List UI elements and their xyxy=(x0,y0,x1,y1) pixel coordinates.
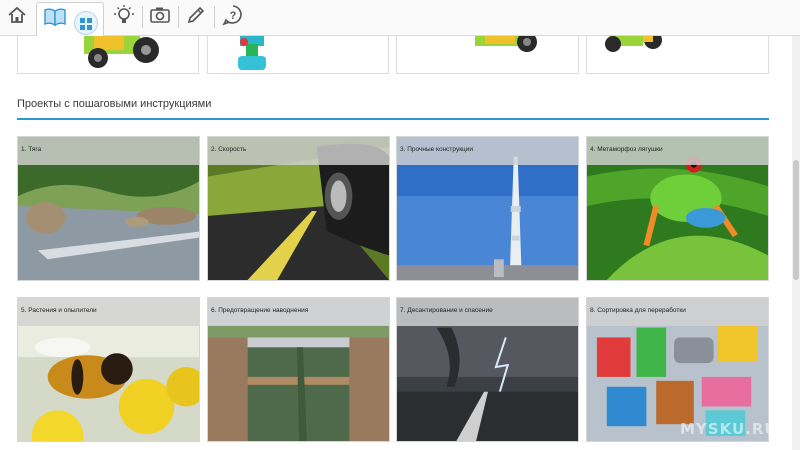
robot-card[interactable] xyxy=(17,36,199,74)
project-title: 2. Скорость xyxy=(208,137,389,165)
project-title: 1. Тяга xyxy=(18,137,199,165)
toolbar-divider xyxy=(214,6,215,28)
project-title: 3. Прочные конструкции xyxy=(397,137,578,165)
toolbar-divider xyxy=(178,6,179,28)
toolbar: ? xyxy=(0,0,800,37)
section-divider xyxy=(17,118,769,120)
ideas-button[interactable] xyxy=(108,2,140,32)
project-card-structures[interactable]: 3. Прочные конструкции xyxy=(396,136,579,281)
section-title: Проекты с пошаговыми инструкциями xyxy=(17,98,212,110)
project-card-flood[interactable]: 6. Предотвращение наводнения xyxy=(207,297,390,442)
help-button[interactable]: ? xyxy=(217,2,249,32)
project-card-frog[interactable]: 4. Метаморфоз лягушки xyxy=(586,136,769,281)
help-icon: ? xyxy=(222,4,244,31)
grid-button[interactable] xyxy=(74,11,98,35)
grid-icon xyxy=(80,17,92,35)
tab-projects[interactable] xyxy=(36,2,104,37)
book-icon xyxy=(44,8,66,31)
project-card-pollinators[interactable]: 5. Растения и опылители xyxy=(17,297,200,442)
camera-button[interactable] xyxy=(144,2,176,32)
project-title: 7. Десантирование и спасение xyxy=(397,298,578,326)
scrollbar-thumb[interactable] xyxy=(793,160,799,280)
edit-button[interactable] xyxy=(180,2,212,32)
project-title: 5. Растения и опылители xyxy=(18,298,199,326)
home-icon xyxy=(7,5,27,30)
home-button[interactable] xyxy=(1,2,33,32)
robot-image xyxy=(84,36,159,68)
toolbar-divider xyxy=(142,6,143,28)
robot-card[interactable] xyxy=(586,36,769,74)
robot-image xyxy=(475,36,537,52)
robot-image xyxy=(605,36,662,52)
project-title: 8. Сортировка для переработки xyxy=(587,298,768,326)
pencil-icon xyxy=(186,5,206,30)
project-card-rescue[interactable]: 7. Десантирование и спасение xyxy=(396,297,579,442)
robot-image xyxy=(238,36,266,70)
watermark: MYSKU.RU xyxy=(680,420,778,438)
project-title: 4. Метаморфоз лягушки xyxy=(587,137,768,165)
camera-icon xyxy=(149,5,171,30)
lightbulb-icon xyxy=(113,4,135,31)
robot-card[interactable] xyxy=(396,36,579,74)
robot-card[interactable] xyxy=(207,36,389,74)
svg-text:?: ? xyxy=(230,10,237,22)
project-title: 6. Предотвращение наводнения xyxy=(208,298,389,326)
project-card-pull[interactable]: 1. Тяга xyxy=(17,136,200,281)
project-card-speed[interactable]: 2. Скорость xyxy=(207,136,390,281)
